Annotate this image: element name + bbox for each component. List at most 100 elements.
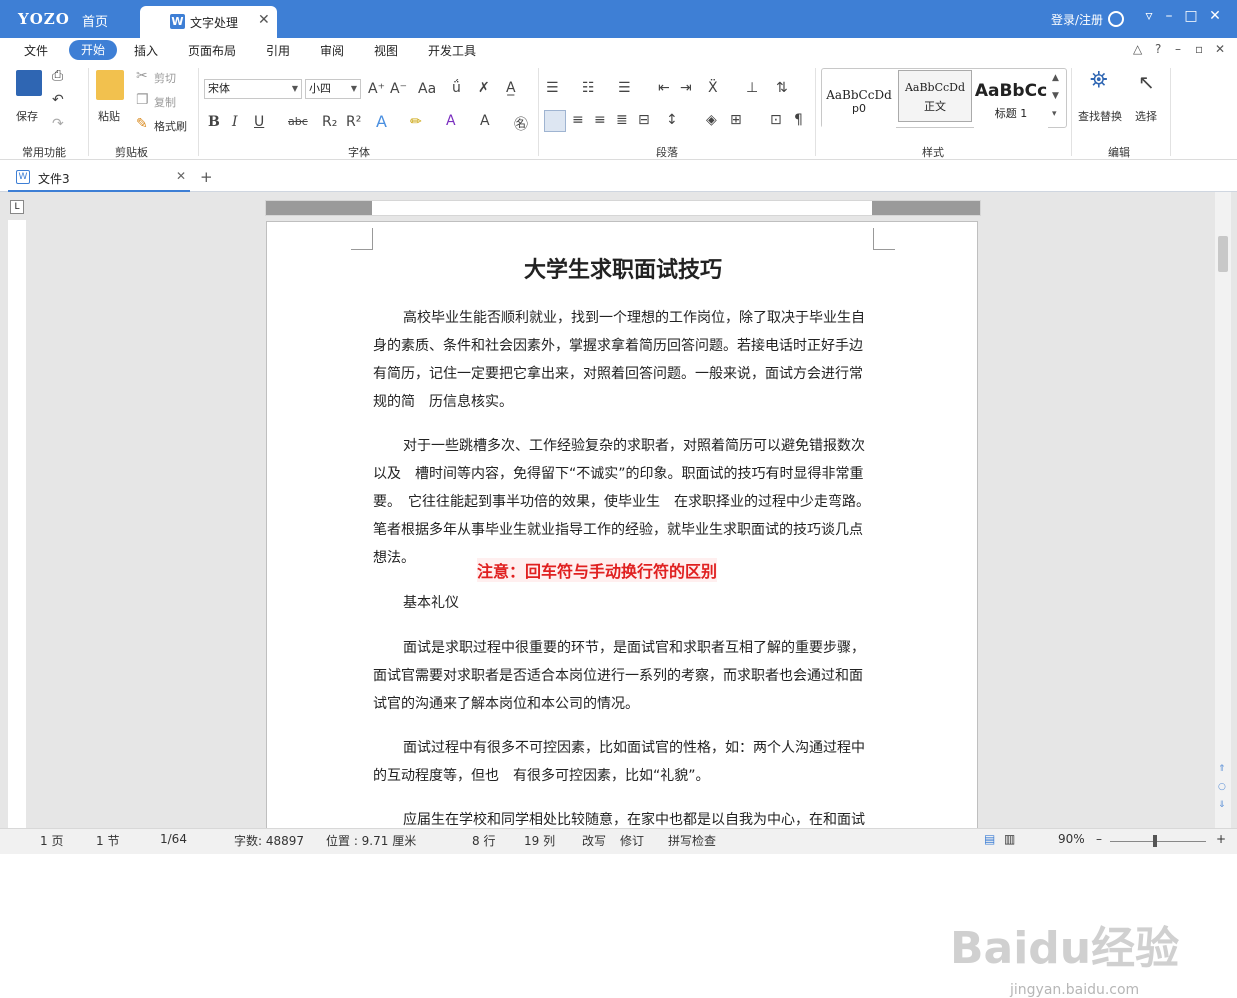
format-painter-icon[interactable]: ✎	[136, 116, 148, 132]
tab-review[interactable]: 审阅	[320, 42, 344, 59]
bold-icon[interactable]: B	[208, 114, 220, 130]
paragraph[interactable]: 面试过程中有很多不可控因素，比如面试官的性格，如：两个人沟通过程中的互动程度等，…	[373, 734, 873, 790]
char-border-icon[interactable]: A̲	[506, 80, 516, 96]
close-window-icon[interactable]: ✕	[1206, 8, 1224, 24]
browse-object-icon[interactable]: ○	[1218, 782, 1226, 792]
maximize-icon[interactable]: □	[1182, 8, 1200, 24]
style-scroll-up-icon[interactable]: ▲	[1052, 73, 1059, 83]
cursor-icon[interactable]: ↖	[1138, 70, 1155, 94]
status-overtype[interactable]: 改写	[582, 832, 606, 849]
distribute-icon[interactable]: ⊟	[638, 112, 650, 128]
paragraph-heading[interactable]: 基本礼仪	[373, 589, 873, 617]
align-left-icon[interactable]	[544, 110, 566, 132]
print-icon[interactable]: ⎙	[52, 68, 63, 84]
underline-icon[interactable]: U	[254, 114, 264, 130]
tab-page-layout[interactable]: 页面布局	[188, 42, 236, 59]
show-marks-icon[interactable]: ¶	[794, 112, 803, 128]
paragraph[interactable]: 高校毕业生能否顺利就业，找到一个理想的工作岗位，除了取决于毕业生自身的素质、条件…	[373, 304, 873, 416]
status-wordcount[interactable]: 字数: 48897	[234, 832, 304, 849]
font-color-icon[interactable]: A	[446, 113, 456, 129]
tab-insert[interactable]: 插入	[134, 42, 158, 59]
shrink-font-icon[interactable]: A⁻	[390, 81, 407, 97]
minimize-icon[interactable]: –	[1160, 8, 1178, 24]
clear-format-icon[interactable]: ✗	[478, 80, 490, 96]
zoom-level[interactable]: 90%	[1058, 832, 1085, 846]
document-page[interactable]: 大学生求职面试技巧 高校毕业生能否顺利就业，找到一个理想的工作岗位，除了取决于毕…	[266, 221, 978, 833]
prev-page-icon[interactable]: ⇑	[1218, 764, 1226, 774]
tab-developer[interactable]: 开发工具	[428, 42, 476, 59]
align-right-icon[interactable]: ≡	[594, 112, 606, 128]
copy-button[interactable]: 复制	[154, 94, 176, 110]
zoom-in-icon[interactable]: +	[1216, 832, 1226, 846]
tab-references[interactable]: 引用	[266, 42, 290, 59]
app-tab-word[interactable]: W 文字处理 ✕	[140, 6, 277, 38]
multilevel-list-icon[interactable]: ☰	[618, 80, 631, 96]
web-view-icon[interactable]: ▥	[1004, 832, 1015, 846]
next-page-icon[interactable]: ⇓	[1218, 800, 1226, 810]
line-spacing-icon[interactable]: ↕	[666, 112, 678, 128]
font-family-select[interactable]: 宋体 ▼	[204, 79, 302, 99]
doc-tab-file3[interactable]: W 文件3 ✕	[8, 164, 190, 192]
min-doc-icon[interactable]: –	[1175, 42, 1181, 56]
numbering-icon[interactable]: ☷	[582, 80, 595, 96]
close-doc-icon[interactable]: ✕	[1215, 42, 1225, 56]
select-button[interactable]: 选择	[1135, 108, 1157, 124]
skin-icon[interactable]: ▿	[1140, 8, 1158, 24]
close-tab-icon[interactable]: ✕	[258, 12, 270, 28]
paragraph[interactable]: 对于一些跳槽多次、工作经验复杂的求职者，对照着简历可以避免错报数次以及 槽时间等…	[373, 432, 873, 572]
bullets-icon[interactable]: ☰	[546, 80, 559, 96]
style-heading1[interactable]: AaBbCc 标题 1	[974, 78, 1048, 130]
cut-button[interactable]: 剪切	[154, 70, 176, 86]
change-case-icon[interactable]: Aa	[418, 81, 436, 97]
help-icon[interactable]: ?	[1155, 42, 1161, 56]
font-size-select[interactable]: 小四 ▼	[305, 79, 361, 99]
save-button[interactable]: 保存	[16, 108, 38, 124]
pinyin-icon[interactable]: ǘ	[452, 80, 461, 96]
collapse-ribbon-icon[interactable]: △	[1133, 42, 1142, 56]
tab-view[interactable]: 视图	[374, 42, 398, 59]
grow-font-icon[interactable]: A⁺	[368, 81, 385, 97]
vertical-scrollbar[interactable]: ⇑ ○ ⇓	[1215, 192, 1231, 828]
binoculars-icon[interactable]: ⛯	[1090, 68, 1108, 93]
zoom-out-icon[interactable]: –	[1096, 832, 1102, 846]
decrease-indent-icon[interactable]: ⇤	[658, 80, 670, 96]
redo-icon[interactable]: ↷	[52, 116, 64, 132]
page-view-icon[interactable]: ▤	[984, 832, 995, 846]
undo-icon[interactable]: ↶	[52, 92, 64, 108]
char-shading-icon[interactable]: A	[480, 113, 490, 129]
style-scroll-down-icon[interactable]: ▼	[1052, 91, 1059, 101]
text-effect-icon[interactable]: A	[376, 112, 387, 131]
paste-button[interactable]: 粘贴	[98, 108, 120, 124]
document-title[interactable]: 大学生求职面试技巧	[267, 252, 977, 284]
italic-icon[interactable]: I	[232, 114, 238, 130]
justify-icon[interactable]: ≣	[616, 112, 628, 128]
tab-settings-icon[interactable]: ⊡	[770, 112, 782, 128]
status-spellcheck[interactable]: 拼写检查	[668, 832, 716, 849]
login-link[interactable]: 登录/注册	[1051, 11, 1103, 28]
tab-stop-icon[interactable]: L	[10, 200, 24, 214]
paragraph[interactable]: 面试是求职过程中很重要的环节，是面试官和求职者互相了解的重要步骤，面试官需要对求…	[373, 634, 873, 718]
style-normal[interactable]: AaBbCcDd 正文	[898, 70, 972, 122]
user-icon[interactable]	[1108, 11, 1124, 27]
home-tab[interactable]: 首页	[82, 11, 108, 30]
strikethrough-icon[interactable]: abc	[288, 115, 308, 128]
tab-file[interactable]: 文件	[24, 42, 48, 59]
scroll-thumb[interactable]	[1218, 236, 1228, 272]
shading-icon[interactable]: ◈	[706, 112, 717, 128]
increase-indent-icon[interactable]: ⇥	[680, 80, 692, 96]
style-p0[interactable]: AaBbCcDd p0	[822, 78, 896, 130]
zoom-slider[interactable]	[1110, 841, 1206, 842]
chinese-layout-icon[interactable]: Ẍ	[708, 80, 718, 96]
status-track-changes[interactable]: 修订	[620, 832, 644, 849]
close-doc-tab-icon[interactable]: ✕	[176, 169, 186, 183]
horizontal-ruler[interactable]	[265, 200, 981, 216]
enclose-char-icon[interactable]: ㊔	[514, 114, 528, 134]
paste-icon[interactable]	[96, 70, 124, 100]
align-center-icon[interactable]: ≡	[572, 112, 584, 128]
superscript-icon[interactable]: R²	[346, 114, 361, 130]
cut-icon[interactable]: ✂	[136, 68, 148, 84]
style-more-icon[interactable]: ▾	[1052, 109, 1057, 119]
format-painter-button[interactable]: 格式刷	[154, 118, 187, 134]
new-tab-icon[interactable]: +	[200, 168, 213, 186]
copy-icon[interactable]: ❐	[136, 92, 149, 108]
